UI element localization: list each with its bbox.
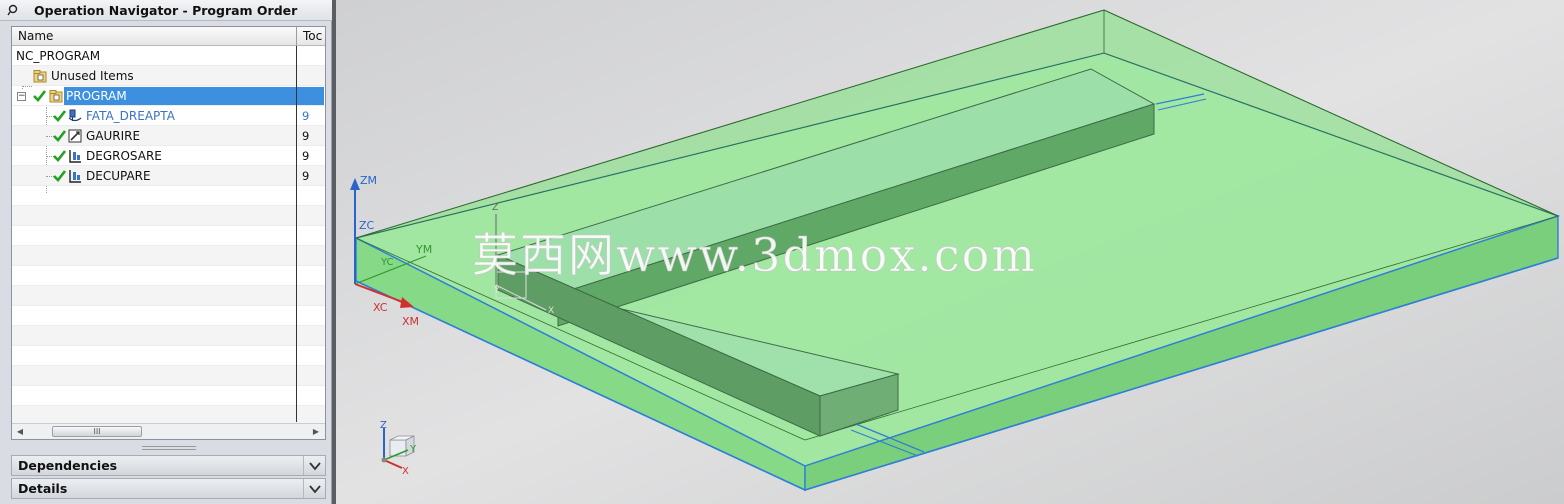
axis-label-ym: YM xyxy=(415,243,432,256)
operation-navigator-panel: Operation Navigator - Program Order Name… xyxy=(0,0,332,504)
empty-row xyxy=(12,306,325,326)
row-label: PROGRAM xyxy=(66,89,127,103)
empty-row xyxy=(12,246,325,266)
complete-check-icon xyxy=(53,109,67,122)
section-title: Details xyxy=(18,481,68,496)
wcs-y-label: Y xyxy=(493,286,500,296)
tree-row-decupare[interactable]: DECUPARE 9 xyxy=(12,166,325,186)
tree-row-degrosare[interactable]: DEGROSARE 9 xyxy=(12,146,325,166)
row-label: Unused Items xyxy=(51,69,134,83)
axis-label-yc: YC xyxy=(380,257,394,268)
row-tool: 9 xyxy=(302,169,310,183)
chevron-down-icon[interactable] xyxy=(303,479,325,498)
wcs-x-label: X xyxy=(548,306,554,316)
navigator-title-bar: Operation Navigator - Program Order xyxy=(0,0,332,21)
empty-row xyxy=(12,226,325,246)
triad-x-label: X xyxy=(402,466,409,477)
axis-label-zc: ZC xyxy=(359,219,375,232)
face-milling-icon xyxy=(68,109,82,123)
row-tool: 9 xyxy=(302,149,310,163)
horizontal-scrollbar[interactable]: ◀ III ▶ xyxy=(12,423,325,439)
scroll-left-icon[interactable]: ◀ xyxy=(14,426,26,438)
triad-y-label: Y xyxy=(409,444,417,455)
axis-label-xm: XM xyxy=(402,315,419,328)
row-label: DECUPARE xyxy=(86,169,151,183)
collapse-toggle[interactable]: − xyxy=(17,92,26,101)
navigator-title: Operation Navigator - Program Order xyxy=(34,2,298,18)
section-title: Dependencies xyxy=(18,458,118,473)
row-tool: 9 xyxy=(302,129,310,143)
drilling-icon xyxy=(68,129,82,143)
program-folder-icon xyxy=(49,89,63,103)
scroll-thumb[interactable]: III xyxy=(52,426,142,437)
panel-splitter-handle[interactable] xyxy=(142,446,196,450)
tree-row-gaurire[interactable]: GAURIRE 9 xyxy=(12,126,325,146)
wcs-z-label: Z xyxy=(492,203,498,213)
complete-check-icon xyxy=(33,89,47,102)
row-label: GAURIRE xyxy=(86,129,141,143)
pin-icon[interactable] xyxy=(6,3,20,17)
tree-row-nc-program[interactable]: NC_PROGRAM xyxy=(12,46,325,66)
empty-row xyxy=(12,186,325,206)
axis-label-xc: XC xyxy=(373,301,388,314)
profile-milling-icon xyxy=(68,169,82,183)
tree-header: Name Toc xyxy=(12,27,325,46)
empty-row xyxy=(12,286,325,306)
watermark-text: 莫西网www.3dmox.com xyxy=(472,228,1037,282)
details-section[interactable]: Details xyxy=(11,478,326,499)
row-label: FATA_DREAPTA xyxy=(86,109,175,123)
empty-row xyxy=(12,326,325,346)
tree-row-fata-dreapta[interactable]: FATA_DREAPTA 9 xyxy=(12,106,325,126)
model-view[interactable]: ZM ZC YM YC XC XM Z X Y 莫西网www.3dmox.com xyxy=(336,0,1564,504)
complete-check-icon xyxy=(53,129,67,142)
empty-row xyxy=(12,386,325,406)
tree-row-program[interactable]: − PROGRAM xyxy=(12,86,325,106)
nx-cam-window: Operation Navigator - Program Order Name… xyxy=(0,0,1564,504)
chevron-down-icon[interactable] xyxy=(303,456,325,475)
group-folder-icon xyxy=(33,69,47,83)
column-separator[interactable] xyxy=(296,46,297,422)
navigator-tree[interactable]: Name Toc NC_PROGRAM Unused Items − PROGR… xyxy=(11,26,326,440)
column-header-name[interactable]: Name xyxy=(12,27,297,46)
complete-check-icon xyxy=(53,169,67,182)
column-header-tool[interactable]: Toc xyxy=(297,27,325,46)
triad-z-label: Z xyxy=(380,420,387,431)
row-label: NC_PROGRAM xyxy=(16,49,101,63)
axis-label-zm: ZM xyxy=(360,174,377,187)
empty-row xyxy=(12,266,325,286)
complete-check-icon xyxy=(53,149,67,162)
empty-row xyxy=(12,346,325,366)
empty-row xyxy=(12,366,325,386)
dependencies-section[interactable]: Dependencies xyxy=(11,455,326,476)
graphics-viewport[interactable]: ZM ZC YM YC XC XM Z X Y 莫西网www.3dmox.com xyxy=(336,0,1564,504)
row-tool: 9 xyxy=(302,109,310,123)
row-label: DEGROSARE xyxy=(86,149,162,163)
scroll-right-icon[interactable]: ▶ xyxy=(310,426,322,438)
empty-row xyxy=(12,206,325,226)
cavity-milling-icon xyxy=(68,149,82,163)
tree-row-unused-items[interactable]: Unused Items xyxy=(12,66,325,86)
